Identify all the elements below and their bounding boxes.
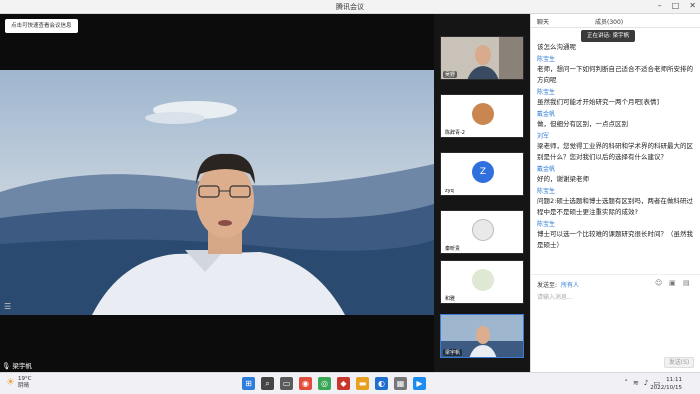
- participant-tile[interactable]: 和雅: [440, 260, 524, 304]
- participant-name: 陈辞青-2: [443, 129, 467, 136]
- chat-message: 戴金帆做，但细分有区别，一点点区别: [537, 110, 695, 130]
- avatar: [472, 103, 494, 125]
- participant-name: 秦昕贵: [443, 245, 463, 252]
- chat-message: 刘军梁老师，您觉得工业界的科研和学术界的科研最大的区别是什么？您对我们以后的选择…: [537, 132, 695, 163]
- message-text: 问题2:硕士选题和博士选题有区别吗，两者在做科研过程中是不是硕士更注重实际的成效…: [537, 197, 693, 216]
- send-to-label: 发送至:: [537, 282, 558, 289]
- wifi-icon[interactable]: ≋: [633, 379, 639, 387]
- chat-message: 戴金帆好的，谢谢梁老师: [537, 165, 695, 185]
- participant-thumbnails: 吴野 陈辞青-2 Z zyq 秦昕贵 和雅 梁宇帆: [434, 14, 530, 372]
- message-text: 梁老师，您觉得工业界的科研和学术界的科研最大的区别是什么？您对我们以后的选择有什…: [537, 142, 693, 161]
- avatar: Z: [472, 161, 494, 183]
- close-icon[interactable]: ✕: [689, 1, 696, 10]
- message-text: 做，但细分有区别，一点点区别: [537, 120, 628, 128]
- task-view-icon[interactable]: ▭: [280, 377, 293, 390]
- file-icon[interactable]: ▤: [683, 279, 690, 287]
- speaking-banner: 正在讲话: 梁宇帆: [581, 30, 636, 42]
- clock[interactable]: 11:11 2022/10/15: [650, 376, 682, 392]
- edge-icon[interactable]: ◐: [375, 377, 388, 390]
- send-button[interactable]: 发送(S): [664, 357, 694, 368]
- weather-widget[interactable]: ☀ 19°C 阴晴: [6, 376, 32, 390]
- chat-message: 陈宝生虽然我们可能才开始研究一两个月吧[表情]: [537, 88, 695, 108]
- speaker-video-frame: [0, 14, 434, 372]
- weather-condition: 阴晴: [17, 383, 29, 389]
- message-sender: 陈宝生: [537, 188, 556, 195]
- taskbar-apps: ⊞ ⌕ ▭ ◉ ◎ ◆ ▬ ◐ ▦ ▶: [242, 377, 426, 390]
- window-title: 腾讯会议: [336, 3, 364, 11]
- main-video[interactable]: [0, 14, 434, 372]
- search-icon[interactable]: ⌕: [261, 377, 274, 390]
- chat-messages[interactable]: 该怎么沟通呢 陈宝生 老师，想问一下如何判断自己适合不适合老师所安排的方向呢 陈宝生虽…: [531, 42, 700, 274]
- app-icon[interactable]: ▦: [394, 377, 407, 390]
- tencent-meeting-icon[interactable]: ▶: [413, 377, 426, 390]
- participant-tile[interactable]: 陈辞青-2: [440, 94, 524, 138]
- message-text: 老师，想问一下如何判断自己适合不适合老师所安排的方向呢: [537, 65, 693, 84]
- avatar: [472, 219, 494, 241]
- tab-members[interactable]: 成员(300): [595, 17, 623, 26]
- window-controls: – □ ✕: [658, 1, 696, 10]
- main-speaker-name: 🎙 梁宇帆: [2, 360, 32, 370]
- volume-icon[interactable]: ♪: [644, 379, 648, 387]
- minimize-icon[interactable]: –: [658, 1, 662, 10]
- meeting-info-tip[interactable]: 点击可快速查看会议信息: [5, 19, 78, 33]
- chat-message: 陈宝生问题2:硕士选题和博士选题有区别吗，两者在做科研过程中是不是硕士更注重实际…: [537, 187, 695, 218]
- message-input[interactable]: 请输入消息...: [537, 292, 695, 352]
- date: 2022/10/15: [650, 385, 682, 391]
- message-sender: 戴金帆: [537, 111, 556, 118]
- participant-name: zyq: [443, 188, 456, 194]
- chat-tabs: 聊天 成员(300): [531, 14, 700, 28]
- participant-tile[interactable]: Z zyq: [440, 152, 524, 196]
- emoji-icon[interactable]: ☺: [655, 279, 662, 287]
- participant-tile[interactable]: 吴野: [440, 36, 524, 80]
- participant-name: 梁宇帆: [443, 349, 463, 356]
- participant-name: 吴野: [443, 71, 458, 78]
- send-to-dropdown[interactable]: 所有人: [561, 280, 579, 289]
- meeting-window: 腾讯会议 – □ ✕ 点击可快速查看会议信息 ☰ 🎙 梁宇帆 吴野 陈辞青-2 …: [0, 0, 700, 372]
- time: 11:11: [666, 377, 682, 383]
- main-speaker-label: 梁宇帆: [12, 362, 32, 370]
- chrome-icon[interactable]: ◉: [299, 377, 312, 390]
- chevron-up-icon[interactable]: ˄: [625, 379, 629, 387]
- message-sender: 陈宝生: [537, 221, 556, 228]
- participant-tile[interactable]: 梁宇帆: [440, 314, 524, 358]
- file-explorer-icon[interactable]: ▬: [356, 377, 369, 390]
- participant-tile[interactable]: 秦昕贵: [440, 210, 524, 254]
- maximize-icon[interactable]: □: [672, 1, 680, 10]
- participant-name: 和雅: [443, 295, 458, 302]
- menu-icon[interactable]: ☰: [4, 302, 16, 312]
- weather-icon: ☀: [6, 377, 15, 388]
- message-text: 博士可以选一个比较难的课题研究很长时间？（虽然我是硕士）: [537, 230, 693, 249]
- message-text: 虽然我们可能才开始研究一两个月吧[表情]: [537, 98, 660, 106]
- message-text: 好的，谢谢梁老师: [537, 175, 589, 183]
- wechat-icon[interactable]: ◎: [318, 377, 331, 390]
- message-sender: 陈宝生: [537, 56, 556, 63]
- chat-message: 陈宝生博士可以选一个比较难的课题研究很长时间？（虽然我是硕士）: [537, 220, 695, 251]
- send-to-row: 发送至: 所有人 ☺ ▣ ▤: [531, 274, 700, 290]
- chat-message: 该怎么沟通呢: [537, 42, 695, 53]
- chat-panel: 聊天 成员(300) 正在讲话: 梁宇帆 该怎么沟通呢 陈宝生老师，想问一下如何判…: [530, 14, 700, 372]
- title-bar: 腾讯会议 – □ ✕: [0, 0, 700, 14]
- start-icon[interactable]: ⊞: [242, 377, 255, 390]
- message-sender: 刘军: [537, 133, 550, 140]
- message-sender: 陈宝生: [537, 89, 556, 96]
- taskbar: ☀ 19°C 阴晴 ⊞ ⌕ ▭ ◉ ◎ ◆ ▬ ◐ ▦ ▶ ˄ ≋ ♪ ▭ 11…: [0, 372, 700, 394]
- mic-icon: 🎙: [2, 362, 11, 370]
- image-icon[interactable]: ▣: [669, 279, 676, 287]
- message-text: 该怎么沟通呢: [537, 43, 576, 51]
- avatar: [472, 269, 494, 291]
- temperature: 19°C: [17, 376, 32, 382]
- message-sender: 戴金帆: [537, 166, 556, 173]
- tab-chat[interactable]: 聊天: [537, 17, 549, 26]
- office-icon[interactable]: ◆: [337, 377, 350, 390]
- chat-message: 陈宝生老师，想问一下如何判断自己适合不适合老师所安排的方向呢: [537, 55, 695, 86]
